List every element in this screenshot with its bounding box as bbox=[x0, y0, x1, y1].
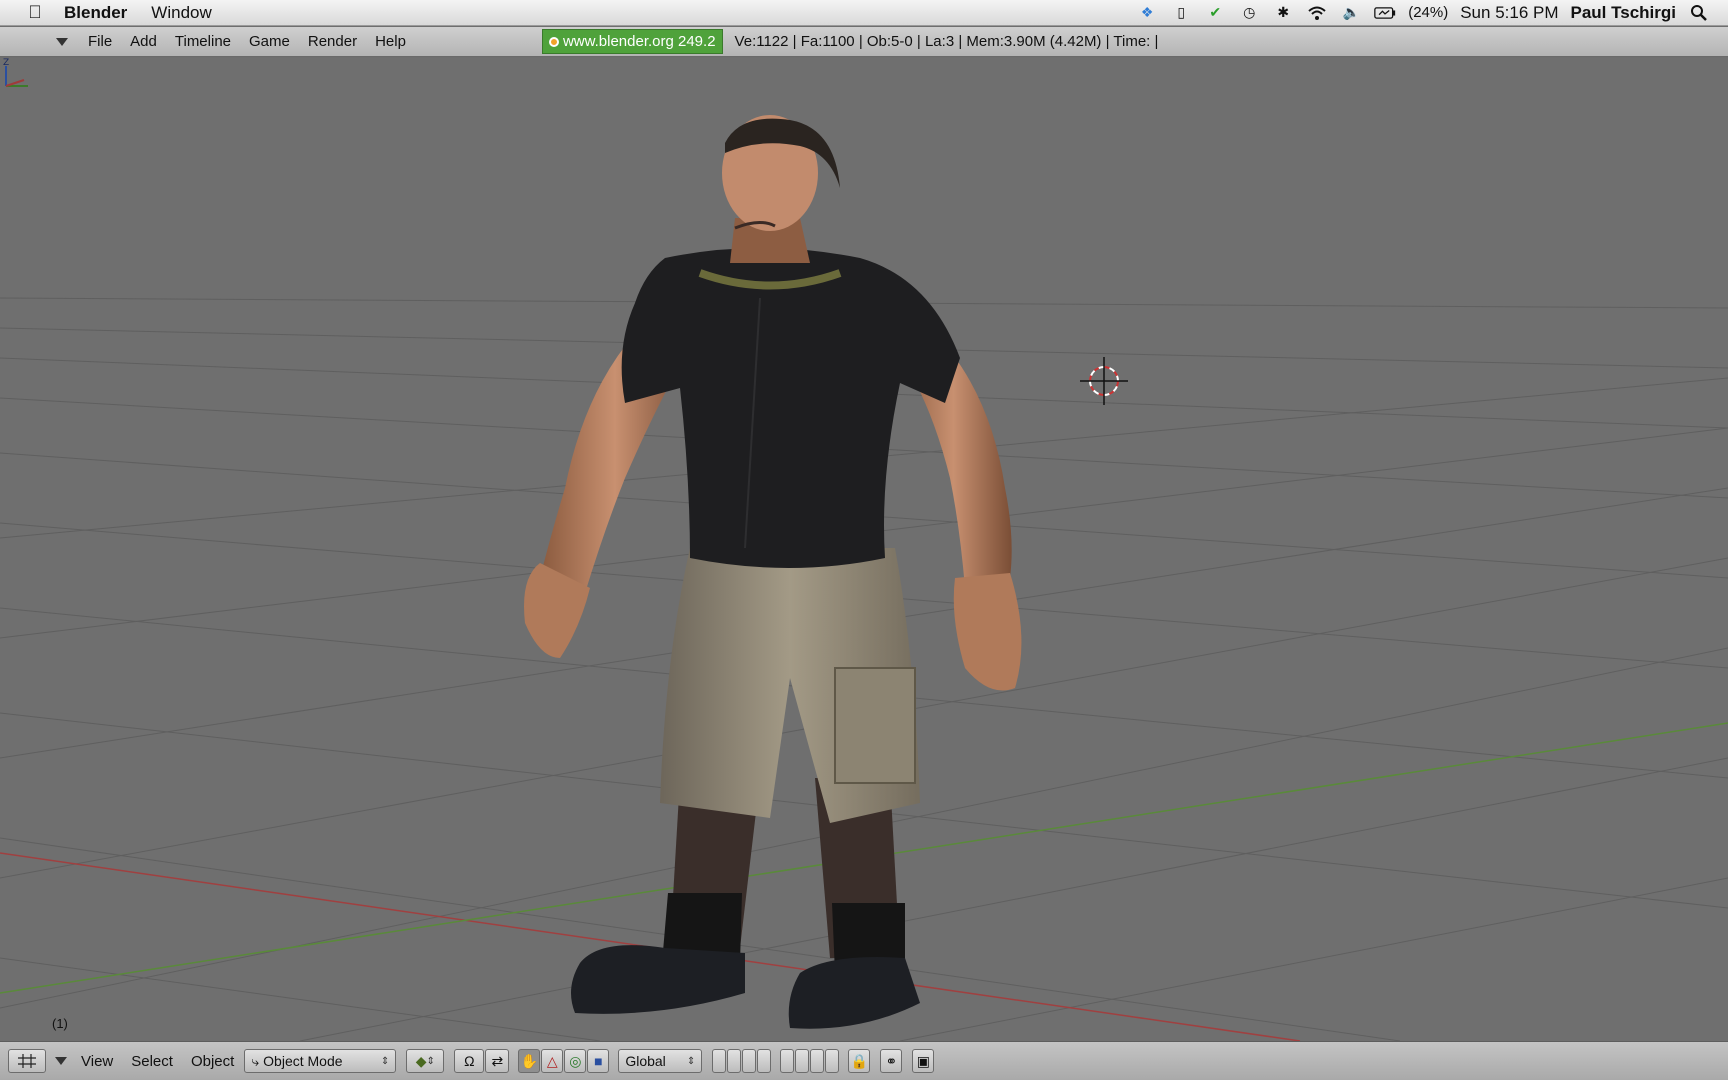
app-name-menu[interactable]: Blender bbox=[64, 3, 127, 23]
apple-icon[interactable]:  bbox=[20, 2, 50, 23]
layer-4-button[interactable] bbox=[757, 1049, 772, 1073]
window-menu[interactable]: Window bbox=[151, 3, 211, 23]
menu-select[interactable]: Select bbox=[131, 1053, 173, 1070]
wifi-icon[interactable] bbox=[1306, 3, 1328, 23]
layer-5-button[interactable] bbox=[780, 1049, 795, 1073]
phone-icon[interactable]: ▯ bbox=[1170, 3, 1192, 23]
layer-buttons-right bbox=[780, 1049, 840, 1073]
manipulator-icon[interactable]: ⇄ bbox=[485, 1049, 510, 1073]
status-area: ❖ ▯ ✔ ◷ ✱ 🔈 (24%) Sun 5:16 PM Paul Tschi… bbox=[1136, 3, 1728, 23]
dropbox-icon[interactable]: ❖ bbox=[1136, 3, 1158, 23]
updown-icon: ⇕ bbox=[380, 1055, 390, 1067]
battery-icon[interactable] bbox=[1374, 3, 1396, 23]
blender-logo-icon bbox=[548, 36, 559, 47]
viewport-canvas bbox=[0, 115, 1728, 1041]
volume-icon[interactable]: 🔈 bbox=[1340, 3, 1362, 23]
header-collapse-icon[interactable] bbox=[55, 1057, 67, 1065]
frame-number: (1) bbox=[52, 1016, 68, 1031]
3d-cursor bbox=[1080, 357, 1128, 405]
hand-icon[interactable]: ✋ bbox=[518, 1049, 541, 1073]
header-collapse-icon[interactable] bbox=[56, 37, 68, 46]
transform-group: ✋ △ ◎ ■ bbox=[518, 1049, 610, 1073]
cloud-check-icon[interactable]: ✔ bbox=[1204, 3, 1226, 23]
macos-menu-bar:  Blender Window ❖ ▯ ✔ ◷ ✱ 🔈 (24%) Sun 5… bbox=[0, 0, 1728, 26]
scale-icon[interactable]: ■ bbox=[587, 1049, 610, 1073]
spotlight-search-icon[interactable] bbox=[1688, 3, 1710, 23]
layer-6-button[interactable] bbox=[795, 1049, 810, 1073]
layer-2-button[interactable] bbox=[727, 1049, 742, 1073]
layer-8-button[interactable] bbox=[825, 1049, 840, 1073]
axis-z-label: Z bbox=[3, 58, 9, 68]
version-label: www.blender.org 249.2 bbox=[562, 33, 716, 50]
viewport-header: View Select Object ⤷ Object Mode ⇕ ◆ ⇕ Ω… bbox=[0, 1041, 1728, 1080]
menu-timeline[interactable]: Timeline bbox=[175, 33, 231, 50]
render-preview-icon[interactable]: ▣ bbox=[912, 1049, 935, 1073]
mode-label: Object Mode bbox=[263, 1053, 343, 1069]
layer-3-button[interactable] bbox=[742, 1049, 757, 1073]
editor-type-selector[interactable] bbox=[8, 1049, 46, 1073]
layer-buttons-left bbox=[712, 1049, 772, 1073]
orientation-label: Global bbox=[625, 1053, 666, 1069]
updown-icon: ⇕ bbox=[686, 1055, 696, 1067]
layer-7-button[interactable] bbox=[810, 1049, 825, 1073]
grid-icon bbox=[18, 1054, 36, 1068]
menu-file[interactable]: File bbox=[88, 33, 112, 50]
scene-stats: Ve:1122 | Fa:1100 | Ob:5-0 | La:3 | Mem:… bbox=[734, 33, 1159, 50]
menu-help[interactable]: Help bbox=[375, 33, 406, 50]
pivot-group: Ω ⇄ bbox=[454, 1049, 510, 1073]
3d-viewport[interactable]: Z (1) bbox=[0, 58, 1728, 1041]
menu-render[interactable]: Render bbox=[308, 33, 357, 50]
link-icon[interactable]: ⚭ bbox=[880, 1049, 903, 1073]
draw-type-selector[interactable]: ◆ ⇕ bbox=[406, 1049, 445, 1073]
textured-shading-icon: ◆ bbox=[415, 1052, 427, 1069]
character-model bbox=[524, 115, 1022, 1029]
menu-object[interactable]: Object bbox=[191, 1053, 234, 1070]
blender-info-header: File Add Timeline Game Render Help www.b… bbox=[0, 27, 1728, 57]
axis-gizmo-icon: Z bbox=[3, 58, 28, 87]
blender-version-badge[interactable]: www.blender.org 249.2 bbox=[541, 29, 723, 54]
user-name[interactable]: Paul Tschirgi bbox=[1571, 3, 1677, 23]
battery-percent: (24%) bbox=[1408, 4, 1449, 21]
updown-icon: ⇕ bbox=[426, 1055, 435, 1067]
menu-view[interactable]: View bbox=[81, 1053, 113, 1070]
bluetooth-icon[interactable]: ✱ bbox=[1272, 3, 1294, 23]
rotate-icon[interactable]: ◎ bbox=[564, 1049, 587, 1073]
orientation-selector[interactable]: Global ⇕ bbox=[618, 1049, 703, 1073]
layer-1-button[interactable] bbox=[712, 1049, 727, 1073]
menu-clock[interactable]: Sun 5:16 PM bbox=[1460, 3, 1558, 23]
pivot-selector[interactable]: Ω bbox=[454, 1049, 485, 1073]
mode-selector[interactable]: ⤷ Object Mode ⇕ bbox=[244, 1049, 397, 1073]
menu-add[interactable]: Add bbox=[130, 33, 157, 50]
translate-icon[interactable]: △ bbox=[541, 1049, 564, 1073]
time-machine-icon[interactable]: ◷ bbox=[1238, 3, 1260, 23]
menu-game[interactable]: Game bbox=[249, 33, 290, 50]
object-mode-icon: ⤷ bbox=[251, 1052, 260, 1069]
lock-icon[interactable]: 🔒 bbox=[848, 1049, 871, 1073]
